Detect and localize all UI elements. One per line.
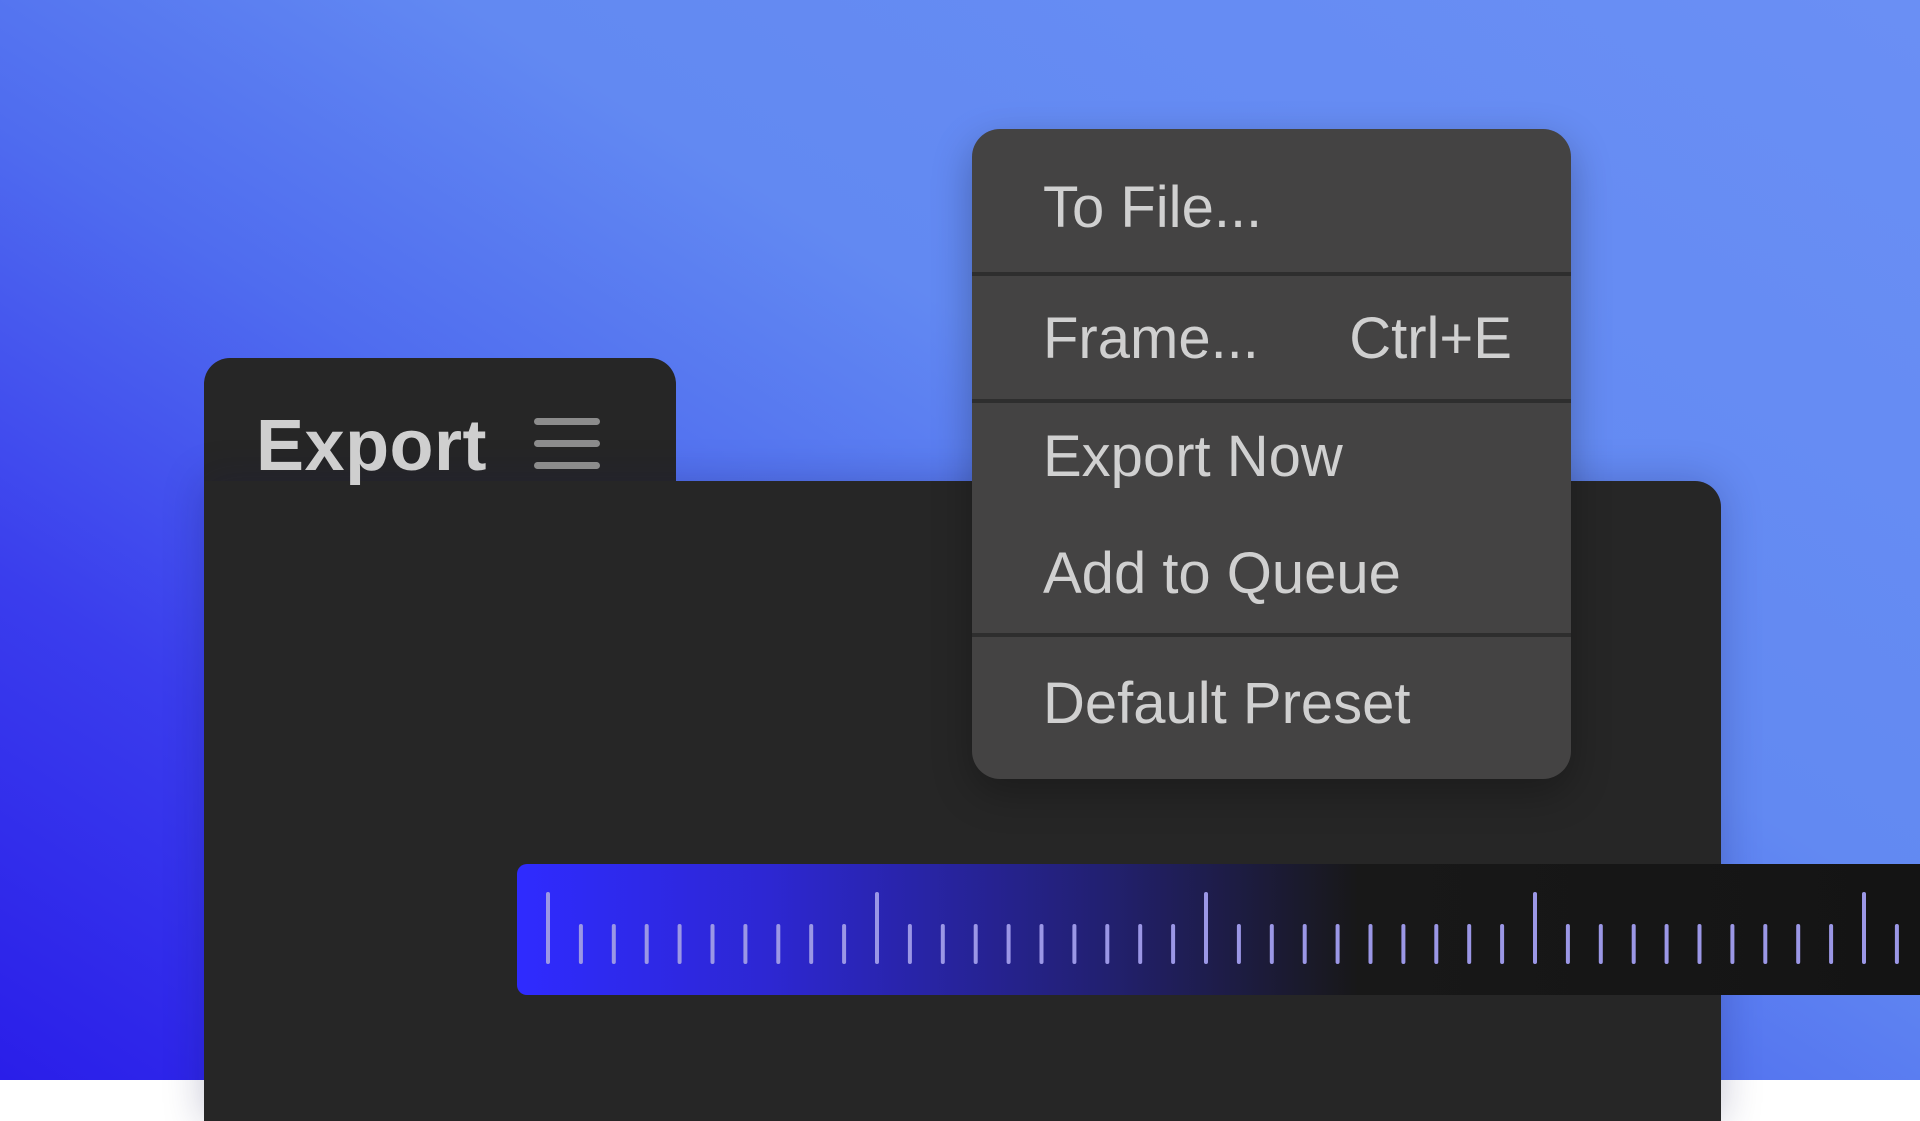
panel-title: Export xyxy=(256,406,488,486)
menu-item-label: Add to Queue xyxy=(1043,541,1401,606)
hamburger-line xyxy=(534,462,600,469)
export-dropdown-menu: To File... Frame... Ctrl+E Export Now Ad… xyxy=(972,129,1571,779)
menu-separator xyxy=(972,399,1571,403)
menu-separator xyxy=(972,272,1571,276)
menu-item-to-file[interactable]: To File... xyxy=(972,173,1571,253)
menu-item-shortcut: Ctrl+E xyxy=(1349,306,1512,371)
ruler-ticks xyxy=(546,892,1899,964)
menu-item-default-preset[interactable]: Default Preset xyxy=(972,669,1571,749)
menu-item-add-to-queue[interactable]: Add to Queue xyxy=(972,539,1571,619)
hamburger-line xyxy=(534,440,600,447)
hamburger-menu-icon[interactable] xyxy=(534,416,600,474)
menu-item-frame[interactable]: Frame... Ctrl+E xyxy=(972,304,1571,384)
menu-item-label: Export Now xyxy=(1043,424,1343,489)
menu-item-label: Frame... xyxy=(1043,306,1259,371)
menu-item-label: Default Preset xyxy=(1043,671,1411,736)
timeline-ruler[interactable] xyxy=(517,864,1920,995)
menu-separator xyxy=(972,633,1571,637)
menu-item-label: To File... xyxy=(1043,175,1263,240)
hamburger-line xyxy=(534,418,600,425)
menu-item-export-now[interactable]: Export Now xyxy=(972,422,1571,502)
